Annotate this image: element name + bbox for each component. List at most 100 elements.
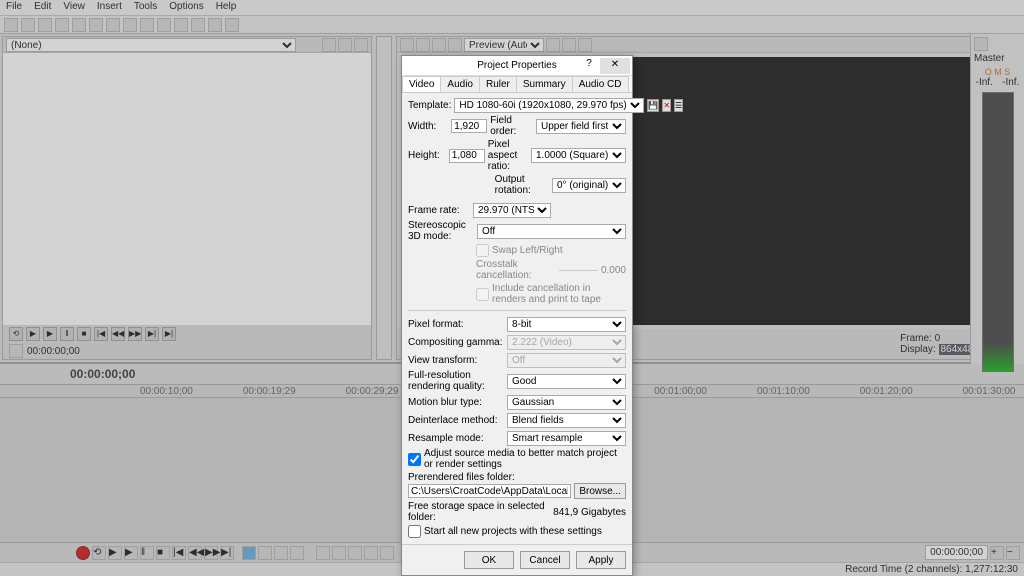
framerate-select[interactable]: 29.970 (NTSC) (473, 203, 551, 218)
end-icon[interactable]: ▶| (162, 327, 176, 341)
template-match-icon[interactable]: ☰ (674, 99, 683, 112)
redo-icon[interactable] (157, 18, 171, 32)
tab-video[interactable]: Video (402, 76, 441, 92)
pixel-format-select[interactable]: 8-bit (507, 317, 626, 332)
view-icon[interactable] (354, 38, 368, 52)
tc-icon[interactable] (9, 344, 23, 358)
explorer-pane: (None) ⟲ ▶ ▶ ‖ ■ |◀ ◀◀ ▶▶ ▶| ▶| (2, 36, 372, 360)
refresh-icon[interactable] (322, 38, 336, 52)
prerender-folder-input[interactable] (408, 484, 571, 498)
render-quality-select[interactable]: Good (507, 374, 626, 389)
render-icon[interactable] (55, 18, 69, 32)
rew-icon[interactable]: ◀◀ (111, 327, 125, 341)
preview-props-icon[interactable] (400, 38, 414, 52)
dialog-help-button[interactable]: ? (581, 58, 597, 69)
prev-icon[interactable]: |◀ (94, 327, 108, 341)
bt-loop-icon[interactable]: ⟲ (92, 546, 106, 560)
tool-envelope-icon[interactable] (258, 546, 272, 560)
mixer-config-icon[interactable] (974, 37, 988, 51)
preview-safe-icon[interactable] (562, 38, 576, 52)
ripple-icon[interactable] (191, 18, 205, 32)
zoom-in-icon[interactable]: + (990, 546, 1004, 560)
menu-tools[interactable]: Tools (134, 1, 157, 14)
dialog-close-button[interactable]: ✕ (600, 58, 630, 74)
master-modes[interactable]: O M S (971, 67, 1024, 77)
resample-select[interactable]: Smart resample (507, 431, 626, 446)
marker-icon[interactable] (208, 18, 222, 32)
menu-insert[interactable]: Insert (97, 1, 122, 14)
deinterlace-select[interactable]: Blend fields (507, 413, 626, 428)
preview-fx-icon[interactable] (432, 38, 446, 52)
adjust-media-checkbox[interactable] (408, 453, 421, 466)
tl-snap-icon[interactable] (348, 546, 362, 560)
undo-icon[interactable] (140, 18, 154, 32)
bt-prev-icon[interactable]: |◀ (172, 546, 186, 560)
cancel-button[interactable]: Cancel (520, 551, 570, 569)
snap-icon[interactable] (174, 18, 188, 32)
new-icon[interactable] (4, 18, 18, 32)
delete-icon[interactable] (338, 38, 352, 52)
tab-audio-cd[interactable]: Audio CD (572, 76, 629, 92)
motion-blur-select[interactable]: Gaussian (507, 395, 626, 410)
bt-play-icon[interactable]: ▶ (108, 546, 122, 560)
preview-split-icon[interactable] (448, 38, 462, 52)
menu-help[interactable]: Help (216, 1, 237, 14)
stop-icon[interactable]: ■ (77, 327, 91, 341)
template-select[interactable]: HD 1080-60i (1920x1080, 29.970 fps) (454, 98, 644, 113)
next-icon[interactable]: ▶| (145, 327, 159, 341)
copy-icon[interactable] (106, 18, 120, 32)
menu-view[interactable]: View (63, 1, 85, 14)
loop-icon[interactable]: ⟲ (9, 327, 23, 341)
play-start-icon[interactable]: ▶ (43, 327, 57, 341)
preview-copy-icon[interactable] (578, 38, 592, 52)
tl-lock-icon[interactable] (380, 546, 394, 560)
field-order-select[interactable]: Upper field first (536, 119, 626, 134)
help-icon[interactable] (225, 18, 239, 32)
preview-ext-icon[interactable] (416, 38, 430, 52)
bt-fwd-icon[interactable]: ▶▶ (204, 546, 218, 560)
tab-audio[interactable]: Audio (440, 76, 480, 92)
preview-quality-select[interactable]: Preview (Auto) (464, 38, 544, 52)
bt-play2-icon[interactable]: ▶ (124, 546, 138, 560)
props-icon[interactable] (72, 18, 86, 32)
template-save-icon[interactable]: 💾 (647, 99, 659, 112)
preview-grid-icon[interactable] (546, 38, 560, 52)
play-icon[interactable]: ▶ (26, 327, 40, 341)
start-all-checkbox[interactable] (408, 525, 421, 538)
menu-edit[interactable]: Edit (34, 1, 51, 14)
cut-icon[interactable] (89, 18, 103, 32)
explorer-list[interactable] (3, 53, 371, 325)
fwd-icon[interactable]: ▶▶ (128, 327, 142, 341)
zoom-out-icon[interactable]: − (1006, 546, 1020, 560)
tl-trim-icon[interactable] (332, 546, 346, 560)
tool-normal-icon[interactable] (242, 546, 256, 560)
menu-options[interactable]: Options (169, 1, 203, 14)
bt-rew-icon[interactable]: ◀◀ (188, 546, 202, 560)
record-button[interactable] (76, 546, 90, 560)
par-select[interactable]: 1.0000 (Square) (531, 148, 626, 163)
tab-summary[interactable]: Summary (516, 76, 573, 92)
open-icon[interactable] (21, 18, 35, 32)
height-input[interactable] (449, 149, 485, 163)
s3d-select[interactable]: Off (477, 224, 626, 239)
bottom-timecode[interactable]: 00:00:00;00 (925, 545, 988, 560)
bt-pause-icon[interactable]: ‖ (140, 546, 154, 560)
template-delete-icon[interactable]: ✕ (662, 99, 671, 112)
rotation-select[interactable]: 0° (original) (552, 178, 626, 193)
tool-zoom-icon[interactable] (290, 546, 304, 560)
paste-icon[interactable] (123, 18, 137, 32)
bt-next-icon[interactable]: ▶| (220, 546, 234, 560)
pause-icon[interactable]: ‖ (60, 327, 74, 341)
tl-cut-icon[interactable] (316, 546, 330, 560)
tool-select-icon[interactable] (274, 546, 288, 560)
media-path-select[interactable]: (None) (6, 38, 296, 52)
apply-button[interactable]: Apply (576, 551, 626, 569)
browse-button[interactable]: Browse... (574, 483, 626, 499)
menu-file[interactable]: File (6, 1, 22, 14)
tab-ruler[interactable]: Ruler (479, 76, 517, 92)
tl-ripple-icon[interactable] (364, 546, 378, 560)
ok-button[interactable]: OK (464, 551, 514, 569)
bt-stop-icon[interactable]: ■ (156, 546, 170, 560)
save-icon[interactable] (38, 18, 52, 32)
width-input[interactable] (451, 119, 487, 133)
